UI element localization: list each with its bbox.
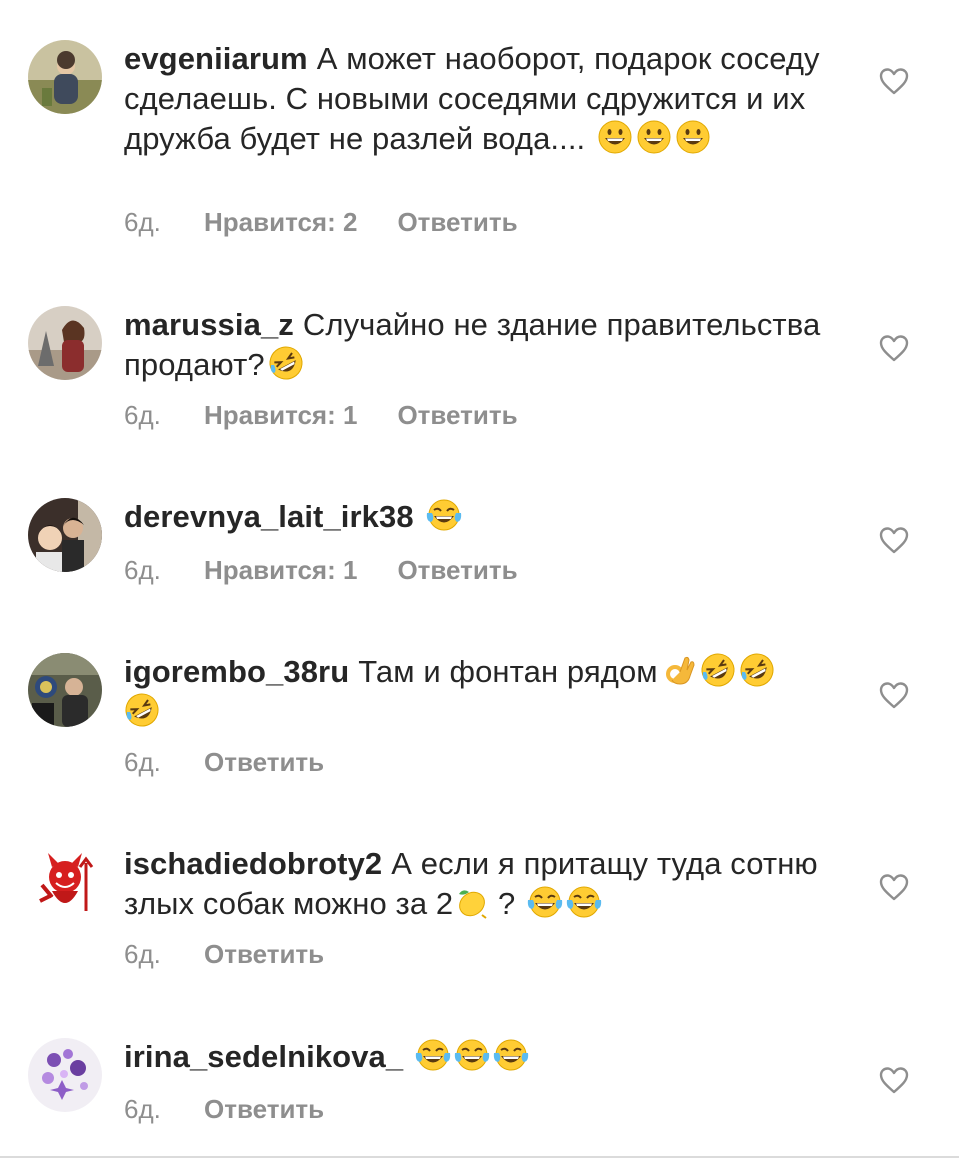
tears-of-joy-emoji	[566, 884, 602, 920]
comment-body-suffix: ?	[497, 886, 516, 921]
comment-meta: 6д. Ответить	[124, 747, 324, 778]
reply-button[interactable]: Ответить	[397, 400, 517, 431]
comment-username[interactable]: irina_sedelnikova_	[124, 1039, 403, 1074]
comment-username[interactable]: marussia_z	[124, 307, 294, 342]
comment-username[interactable]: derevnya_lait_irk38	[124, 499, 414, 534]
heart-outline-icon[interactable]	[878, 66, 910, 96]
comment-text: derevnya_lait_irk38	[124, 497, 844, 537]
comment-time: 6д.	[124, 1094, 161, 1124]
comment-body: Там и фонтан рядом	[358, 654, 658, 689]
ok-hand-emoji	[661, 652, 697, 688]
reply-button[interactable]: Ответить	[204, 747, 324, 778]
heart-outline-icon[interactable]	[878, 333, 910, 363]
grinning-face-emoji	[675, 119, 711, 155]
heart-outline-icon[interactable]	[878, 525, 910, 555]
rolling-on-floor-laughing-emoji	[700, 652, 736, 688]
comment-text: irina_sedelnikova_	[124, 1037, 844, 1077]
avatar[interactable]	[28, 653, 102, 727]
rolling-on-floor-laughing-emoji	[124, 692, 160, 728]
rolling-on-floor-laughing-emoji	[739, 652, 775, 688]
avatar[interactable]	[28, 40, 102, 114]
tears-of-joy-emoji	[454, 1037, 490, 1073]
rolling-on-floor-laughing-emoji	[268, 345, 304, 381]
comment-text: evgeniiarum А может наоборот, подарок сос…	[124, 39, 844, 159]
tears-of-joy-emoji	[493, 1037, 529, 1073]
comment-username[interactable]: igorembo_38ru	[124, 654, 349, 689]
comment-time: 6д.	[124, 747, 161, 777]
reply-button[interactable]: Ответить	[204, 939, 324, 970]
avatar[interactable]	[28, 1038, 102, 1112]
comment-meta: 6д. Нравится: 2 Ответить	[124, 207, 518, 238]
likes-count-button[interactable]: Нравится: 1	[204, 555, 357, 586]
comment-meta: 6д. Нравится: 1 Ответить	[124, 555, 518, 586]
comment-meta: 6д. Нравится: 1 Ответить	[124, 400, 518, 431]
comment-meta: 6д. Ответить	[124, 939, 324, 970]
comment-time: 6д.	[124, 555, 161, 585]
divider	[0, 1156, 959, 1158]
avatar[interactable]	[28, 306, 102, 380]
comment-meta: 6д. Ответить	[124, 1094, 324, 1125]
comment-time: 6д.	[124, 207, 161, 237]
comment-text: ischadiedobroty2 А если я притащу туда со…	[124, 844, 844, 924]
tears-of-joy-emoji	[527, 884, 563, 920]
comment-text: igorembo_38ru Там и фонтан рядом	[124, 652, 844, 732]
comment-text: marussia_z Случайно не здание правительст…	[124, 305, 844, 385]
grinning-face-emoji	[597, 119, 633, 155]
tears-of-joy-emoji	[426, 497, 462, 533]
comment-username[interactable]: evgeniiarum	[124, 41, 308, 76]
heart-outline-icon[interactable]	[878, 680, 910, 710]
reply-button[interactable]: Ответить	[397, 555, 517, 586]
likes-count-button[interactable]: Нравится: 2	[204, 207, 357, 238]
comments-list: evgeniiarum А может наоборот, подарок сос…	[0, 0, 959, 1162]
tears-of-joy-emoji	[415, 1037, 451, 1073]
grinning-face-emoji	[636, 119, 672, 155]
avatar[interactable]	[28, 845, 102, 919]
reply-button[interactable]: Ответить	[397, 207, 517, 238]
likes-count-button[interactable]: Нравится: 1	[204, 400, 357, 431]
comment-time: 6д.	[124, 939, 161, 969]
avatar[interactable]	[28, 498, 102, 572]
heart-outline-icon[interactable]	[878, 872, 910, 902]
comment-time: 6д.	[124, 400, 161, 430]
reply-button[interactable]: Ответить	[204, 1094, 324, 1125]
lemon-emoji	[453, 884, 489, 920]
heart-outline-icon[interactable]	[878, 1065, 910, 1095]
comment-username[interactable]: ischadiedobroty2	[124, 846, 382, 881]
